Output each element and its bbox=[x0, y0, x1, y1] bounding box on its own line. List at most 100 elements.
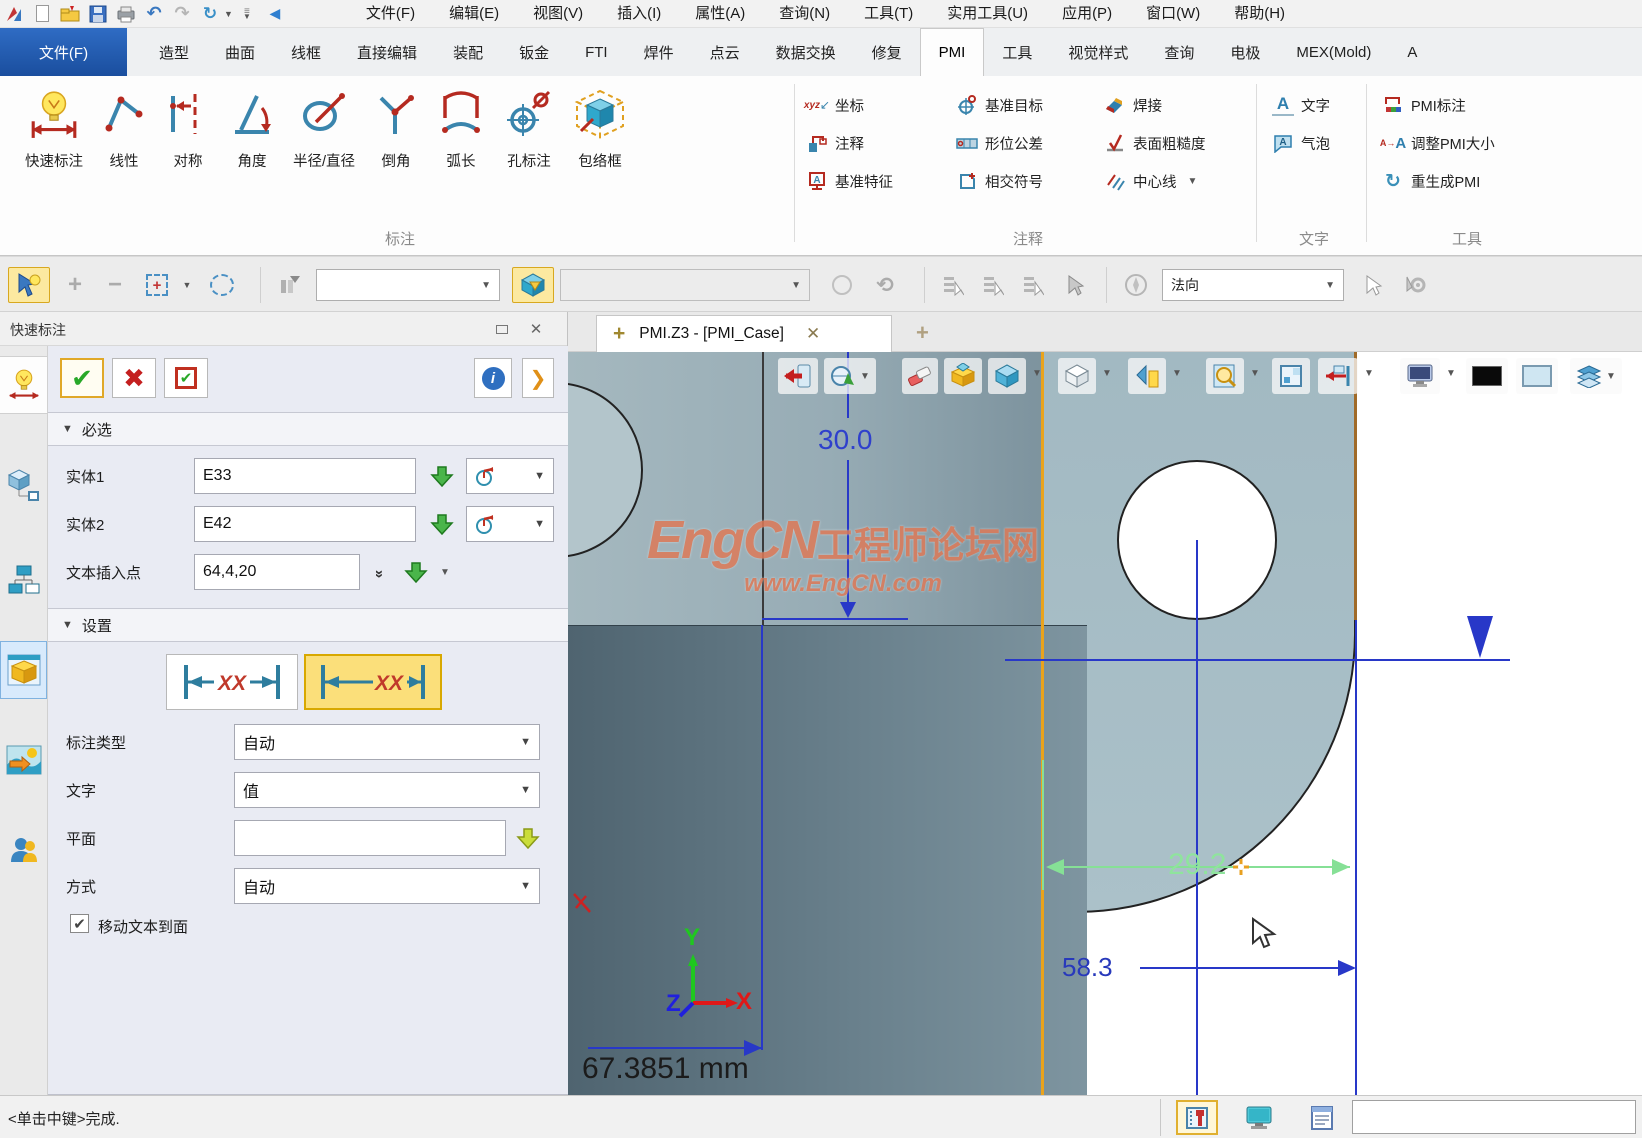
view-combobox[interactable]: ▼ bbox=[560, 269, 810, 301]
ribbon-tab-tools[interactable]: 工具 bbox=[984, 28, 1050, 76]
ribbon-button-surface-roughness[interactable]: 表面粗糙度 bbox=[1098, 124, 1256, 162]
ribbon-tab-inquire[interactable]: 查询 bbox=[1146, 28, 1212, 76]
section-required[interactable]: ▼必选 bbox=[48, 412, 568, 446]
ribbon-tab-fti[interactable]: FTI bbox=[567, 28, 626, 76]
select-cursor-icon[interactable] bbox=[1356, 267, 1390, 303]
menu-window[interactable]: 窗口(W) bbox=[1129, 0, 1217, 27]
ribbon-tab-pmi[interactable]: PMI bbox=[920, 28, 985, 76]
strip-role-tab[interactable] bbox=[0, 821, 47, 879]
insert-point-dropdown-arrow[interactable]: ▼ bbox=[436, 555, 454, 589]
pick-cursor-icon[interactable] bbox=[1058, 267, 1092, 303]
document-tab[interactable]: + PMI.Z3 - [PMI_Case] ✕ bbox=[596, 315, 892, 352]
ribbon-tab-heal[interactable]: 修复 bbox=[854, 28, 920, 76]
entity1-mode-combobox[interactable]: ▼ bbox=[466, 458, 554, 494]
cancel-button[interactable]: ✖ bbox=[112, 358, 156, 398]
menu-edit[interactable]: 编辑(E) bbox=[432, 0, 516, 27]
method-combobox[interactable]: 自动▼ bbox=[234, 868, 540, 904]
view-globe-button[interactable]: ▼ bbox=[824, 358, 876, 394]
pick-list-next-icon[interactable] bbox=[1016, 267, 1050, 303]
combo-dropdown-arrow[interactable]: ▼ bbox=[534, 518, 545, 530]
dim-30-text[interactable]: 30.0 bbox=[818, 424, 873, 456]
ribbon-button-arc-length[interactable]: 弧长 bbox=[428, 76, 494, 171]
dim-29-handle-icon[interactable] bbox=[1232, 858, 1250, 881]
zoom-window-button[interactable] bbox=[1272, 358, 1310, 394]
ribbon-button-quick-dimension[interactable]: 快速标注 bbox=[16, 76, 92, 171]
toolbox-button[interactable] bbox=[1176, 1100, 1218, 1135]
combo-dropdown-arrow[interactable]: ▼ bbox=[520, 736, 531, 748]
entity1-input[interactable] bbox=[194, 458, 416, 494]
strip-history-tab[interactable] bbox=[0, 551, 47, 609]
menu-view[interactable]: 视图(V) bbox=[516, 0, 600, 27]
combo-dropdown-arrow[interactable]: ▼ bbox=[520, 880, 531, 892]
entity2-input[interactable] bbox=[194, 506, 416, 542]
constraint-ruler-button[interactable] bbox=[1318, 358, 1358, 394]
exit-sketch-button[interactable] bbox=[778, 358, 818, 394]
ribbon-button-hole-callout[interactable]: 孔标注 bbox=[494, 76, 564, 171]
clock-icon[interactable] bbox=[826, 267, 858, 303]
apply-button[interactable]: ✔ bbox=[164, 358, 208, 398]
dropdown-arrow[interactable]: ▼ bbox=[1606, 371, 1616, 382]
section-view-button[interactable] bbox=[944, 358, 982, 394]
pick-tool-button[interactable] bbox=[8, 267, 50, 303]
dropdown-arrow[interactable]: ▼ bbox=[1172, 368, 1182, 379]
ribbon-button-angle[interactable]: 角度 bbox=[220, 76, 284, 171]
expand-chevrons-icon[interactable]: » bbox=[366, 555, 394, 589]
plane-pick-icon[interactable] bbox=[512, 821, 544, 855]
orient-compass-icon[interactable] bbox=[1118, 267, 1154, 303]
dim-58-text[interactable]: 58.3 bbox=[1062, 952, 1113, 983]
plane-input[interactable] bbox=[234, 820, 506, 856]
layers-button[interactable]: ▼ bbox=[1570, 358, 1622, 394]
ribbon-tab-data-exchange[interactable]: 数据交换 bbox=[758, 28, 854, 76]
entity-filter-combobox[interactable]: ▼ bbox=[316, 269, 500, 301]
menu-tools[interactable]: 工具(T) bbox=[847, 0, 930, 27]
ribbon-button-coordinate[interactable]: xyz↙坐标 bbox=[800, 86, 950, 124]
ribbon-tab-surface[interactable]: 曲面 bbox=[207, 28, 273, 76]
ribbon-tab-shape[interactable]: 造型 bbox=[141, 28, 207, 76]
add-selection-icon[interactable]: + bbox=[58, 267, 92, 303]
ribbon-button-resize-pmi[interactable]: A→A调整PMI大小 bbox=[1376, 124, 1495, 162]
panel-title-bar[interactable]: 快速标注 ✕ bbox=[0, 312, 567, 346]
refresh-view-icon[interactable]: ⟲ bbox=[868, 267, 902, 303]
menu-insert[interactable]: 插入(I) bbox=[600, 0, 678, 27]
remove-selection-icon[interactable]: − bbox=[98, 267, 132, 303]
part-face-right-plate[interactable] bbox=[1043, 352, 1356, 913]
menu-applications[interactable]: 应用(P) bbox=[1045, 0, 1129, 27]
ribbon-button-datum-feature[interactable]: A基准特征 bbox=[800, 162, 950, 200]
ribbon-button-intersection-symbol[interactable]: 相交符号 bbox=[950, 162, 1098, 200]
combo-dropdown-arrow[interactable]: ▼ bbox=[791, 280, 801, 291]
menu-file[interactable]: 文件(F) bbox=[349, 0, 432, 27]
pick-settings-gear-icon[interactable] bbox=[1398, 267, 1434, 303]
panel-minimize-icon[interactable] bbox=[491, 320, 513, 338]
ribbon-tab-direct-edit[interactable]: 直接编辑 bbox=[339, 28, 435, 76]
ok-button[interactable]: ✔ bbox=[60, 358, 104, 398]
pick-filter-dropdown-arrow[interactable]: ▼ bbox=[180, 267, 194, 303]
new-document-icon[interactable] bbox=[30, 3, 54, 25]
section-settings[interactable]: ▼设置 bbox=[48, 608, 568, 642]
ribbon-button-text[interactable]: A文字 bbox=[1266, 86, 1330, 124]
tab-add-icon[interactable]: + bbox=[613, 322, 625, 346]
strip-manager-tab[interactable] bbox=[0, 456, 47, 514]
ribbon-tab-weldment[interactable]: 焊件 bbox=[626, 28, 692, 76]
dim-style-inside-button[interactable]: XX bbox=[304, 654, 442, 710]
print-icon[interactable] bbox=[114, 3, 138, 25]
entity2-mode-combobox[interactable]: ▼ bbox=[466, 506, 554, 542]
ribbon-tab-sheet-metal[interactable]: 钣金 bbox=[501, 28, 567, 76]
tab-close-icon[interactable]: ✕ bbox=[806, 324, 820, 344]
lasso-select-icon[interactable] bbox=[204, 267, 240, 303]
combo-dropdown-arrow[interactable]: ▼ bbox=[481, 280, 491, 291]
filter-icon[interactable]: ≡▼ bbox=[235, 3, 259, 25]
ribbon-tab-mex-mold[interactable]: MEX(Mold) bbox=[1278, 28, 1389, 76]
pick-list-first-icon[interactable] bbox=[936, 267, 970, 303]
insert-point-input[interactable] bbox=[194, 554, 360, 590]
strip-quick-dimension-tab[interactable] bbox=[0, 356, 47, 414]
ribbon-tab-clipped[interactable]: A bbox=[1389, 28, 1435, 76]
dropdown-arrow[interactable]: ▼ bbox=[1446, 368, 1456, 379]
ribbon-button-feature-control[interactable]: 形位公差 bbox=[950, 124, 1098, 162]
menu-utilities[interactable]: 实用工具(U) bbox=[930, 0, 1045, 27]
open-file-icon[interactable] bbox=[58, 3, 82, 25]
ribbon-tab-file[interactable]: 文件(F) bbox=[0, 28, 127, 76]
pick-filter-grid-icon[interactable]: + bbox=[140, 267, 174, 303]
strip-visualize-tab[interactable] bbox=[0, 731, 47, 789]
regen-dropdown-arrow[interactable]: ▼ bbox=[224, 9, 233, 19]
ribbon-tab-visualize[interactable]: 视觉样式 bbox=[1050, 28, 1146, 76]
